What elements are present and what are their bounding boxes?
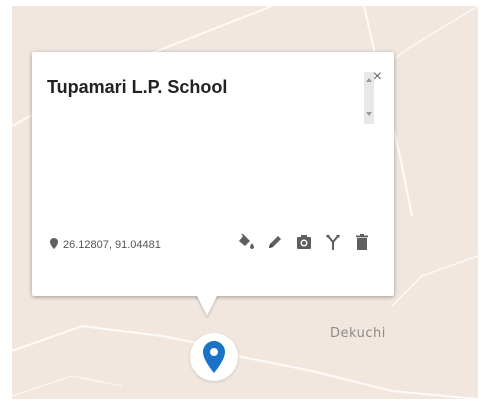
edit-button[interactable] (266, 233, 284, 251)
delete-button[interactable] (353, 233, 371, 251)
close-button[interactable]: × (373, 69, 382, 85)
pencil-icon (269, 236, 281, 248)
popup-pointer (196, 294, 218, 316)
scroll-down-arrow-icon[interactable] (366, 112, 372, 116)
style-button[interactable] (237, 233, 255, 251)
map-pin-icon (203, 341, 225, 373)
add-photo-button[interactable] (295, 233, 313, 251)
map-place-label: Dekuchi (330, 326, 386, 341)
camera-icon (297, 235, 311, 249)
coordinates-text: 26.12807, 91.04481 (63, 239, 161, 251)
popup-title: Tupamari L.P. School (47, 77, 228, 97)
info-popup: Tupamari L.P. School × 26.12807, 91.0448… (32, 52, 394, 296)
directions-button[interactable] (324, 233, 342, 251)
directions-icon (326, 235, 340, 250)
scroll-up-arrow-icon[interactable] (366, 78, 372, 82)
trash-icon (356, 234, 368, 250)
location-pin-icon (50, 238, 58, 252)
map-marker[interactable] (190, 333, 238, 381)
popup-toolbar (237, 233, 371, 251)
paint-bucket-icon (239, 233, 254, 249)
coordinates-row: 26.12807, 91.04481 (50, 238, 161, 252)
